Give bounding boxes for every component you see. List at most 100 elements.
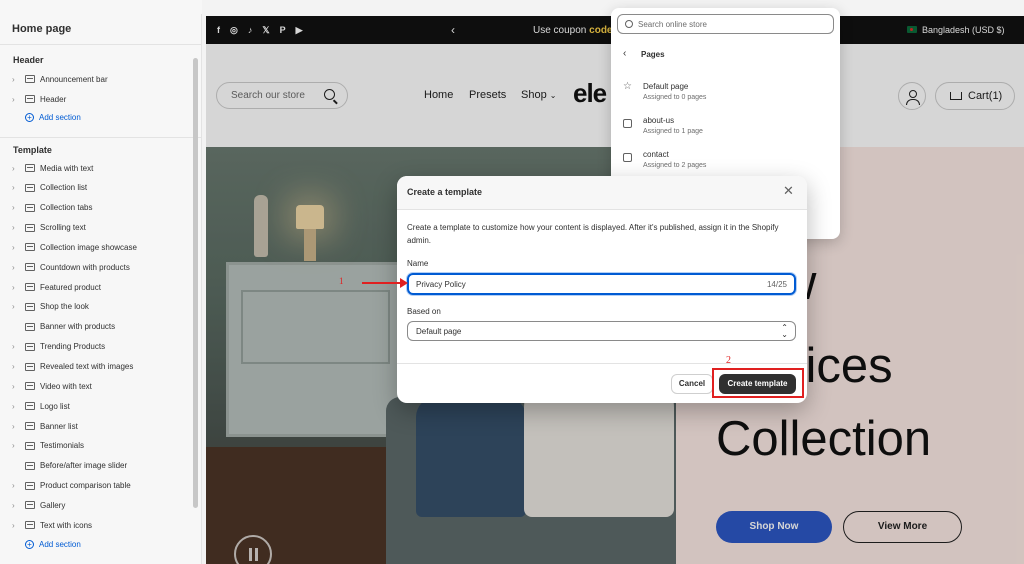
sidebar-item-template-section[interactable]: › Text with icons: [12, 518, 92, 532]
editor-sidebar: Home page Header › Announcement bar › Head…: [0, 0, 202, 564]
section-icon: [25, 95, 35, 103]
sidebar-divider: [0, 44, 202, 45]
sidebar-item-template-section[interactable]: Banner with products: [12, 320, 115, 334]
sidebar-item-template-section[interactable]: › Scrolling text: [12, 221, 86, 235]
modal-header: Create a template ✕: [397, 176, 807, 210]
template-option-contact[interactable]: contact Assigned to 2 pages: [621, 149, 831, 179]
sidebar-item-label: Trending Products: [40, 342, 106, 352]
sidebar-item-label: Header: [40, 94, 67, 104]
sidebar-item-template-section[interactable]: › Media with text: [12, 161, 93, 175]
chevron-right-icon: ›: [12, 203, 15, 213]
sidebar-title: Home page: [12, 23, 72, 35]
sidebar-item-template-section[interactable]: Before/after image slider: [12, 459, 127, 473]
section-icon: [25, 501, 35, 510]
based-on-value: Default page: [416, 327, 462, 336]
sidebar-scrollbar[interactable]: [193, 58, 198, 508]
sidebar-item-template-section[interactable]: › Gallery: [12, 498, 65, 512]
modal-footer-divider: [397, 363, 807, 364]
modal-description: Create a template to customize how your …: [407, 223, 779, 245]
sidebar-item-label: Shop the look: [40, 302, 89, 312]
plus-circle-icon: +: [25, 540, 34, 549]
back-chevron-icon[interactable]: ‹: [623, 48, 626, 59]
sidebar-item-label: Media with text: [40, 163, 94, 173]
add-section-template-button[interactable]: + Add section: [25, 540, 81, 549]
sidebar-item-template-section[interactable]: › Collection tabs: [12, 201, 92, 215]
section-icon: [25, 382, 35, 391]
add-section-header-button[interactable]: + Add section: [25, 113, 81, 122]
chevron-right-icon: ›: [12, 282, 15, 292]
sidebar-item-template-section[interactable]: › Collection image showcase: [12, 240, 137, 254]
sidebar-item-label: Product comparison table: [40, 481, 131, 491]
annotation-arrow-head: [400, 278, 408, 288]
sidebar-item-template-section[interactable]: › Featured product: [12, 280, 101, 294]
sidebar-item-template-section[interactable]: › Logo list: [12, 399, 70, 413]
template-option-about-us[interactable]: about-us Assigned to 1 page: [621, 115, 831, 145]
chevron-right-icon: ›: [12, 401, 15, 411]
chevron-right-icon: ›: [12, 242, 15, 252]
close-icon[interactable]: ✕: [783, 183, 794, 199]
annotation-step-2: 2: [726, 355, 731, 366]
sidebar-item-template-section[interactable]: › Video with text: [12, 379, 92, 393]
sidebar-item-label: Countdown with products: [40, 262, 130, 272]
sidebar-item-template-section[interactable]: › Testimonials: [12, 439, 84, 453]
chevron-right-icon: ›: [12, 500, 15, 510]
sidebar-item-template-section[interactable]: › Product comparison table: [12, 479, 131, 493]
chevron-right-icon: ›: [12, 163, 15, 173]
add-section-label: Add section: [39, 113, 81, 122]
sidebar-item-template-section[interactable]: › Collection list: [12, 181, 87, 195]
sidebar-item-label: Text with icons: [40, 520, 93, 530]
section-icon: [25, 342, 35, 351]
cancel-button[interactable]: Cancel: [671, 374, 713, 394]
page-icon: [623, 119, 632, 128]
sidebar-item-template-section[interactable]: › Shop the look: [12, 300, 89, 314]
search-icon: [625, 20, 633, 28]
chevron-right-icon: ›: [12, 183, 15, 193]
chevron-right-icon: ›: [12, 74, 15, 84]
sidebar-item-label: Testimonials: [40, 441, 85, 451]
online-store-search-input[interactable]: Search online store: [617, 14, 834, 34]
template-name-value: Privacy Policy: [416, 280, 466, 289]
based-on-label: Based on: [407, 307, 441, 316]
section-icon: [25, 164, 35, 172]
sidebar-item-label: Collection list: [40, 183, 88, 193]
template-option-name: about-us: [643, 116, 675, 125]
name-label: Name: [407, 259, 429, 268]
sidebar-item-label: Featured product: [40, 282, 101, 292]
chevron-right-icon: ›: [12, 302, 15, 312]
annotation-step-1: 1: [339, 276, 344, 286]
sidebar-item-template-section[interactable]: › Countdown with products: [12, 260, 130, 274]
chevron-right-icon: ›: [12, 223, 15, 233]
sidebar-item-label: Video with text: [40, 381, 92, 391]
add-section-label: Add section: [39, 540, 81, 549]
section-icon: [25, 422, 35, 431]
template-option-name: contact: [643, 150, 669, 159]
section-icon: [25, 283, 35, 292]
sidebar-item-template-section[interactable]: › Banner list: [12, 419, 78, 433]
search-placeholder: Search online store: [638, 20, 707, 29]
section-icon: [25, 223, 35, 232]
sidebar-item-template-section[interactable]: › Revealed text with images: [12, 360, 133, 374]
template-option-assignment: Assigned to 2 pages: [643, 162, 707, 169]
template-option-default-page[interactable]: ☆ Default page Assigned to 0 pages: [621, 81, 831, 111]
section-icon: [25, 322, 35, 331]
template-group-title: Template: [13, 145, 52, 155]
chevron-right-icon: ›: [12, 381, 15, 391]
chevron-right-icon: ›: [12, 342, 15, 352]
sidebar-item-announcement-bar[interactable]: › Announcement bar: [12, 72, 108, 86]
sidebar-item-label: Revealed text with images: [40, 362, 134, 371]
section-icon: [25, 302, 35, 311]
annotation-highlight-box: [712, 368, 804, 398]
select-arrows-icon: ⌃ ⌄: [781, 323, 788, 339]
sidebar-item-template-section[interactable]: › Trending Products: [12, 340, 105, 354]
sidebar-item-label: Gallery: [40, 500, 66, 510]
dropdown-heading: Pages: [641, 50, 665, 59]
sidebar-item-label: Banner list: [40, 421, 78, 431]
template-option-name: Default page: [643, 82, 689, 91]
chevron-right-icon: ›: [12, 441, 15, 451]
based-on-select[interactable]: Default page ⌃ ⌄: [407, 321, 796, 341]
sidebar-item-header[interactable]: › Header: [12, 92, 66, 106]
section-icon: [25, 75, 35, 83]
template-name-input[interactable]: Privacy Policy 14/25: [407, 273, 796, 295]
section-icon: [25, 441, 35, 450]
section-icon: [25, 183, 35, 192]
